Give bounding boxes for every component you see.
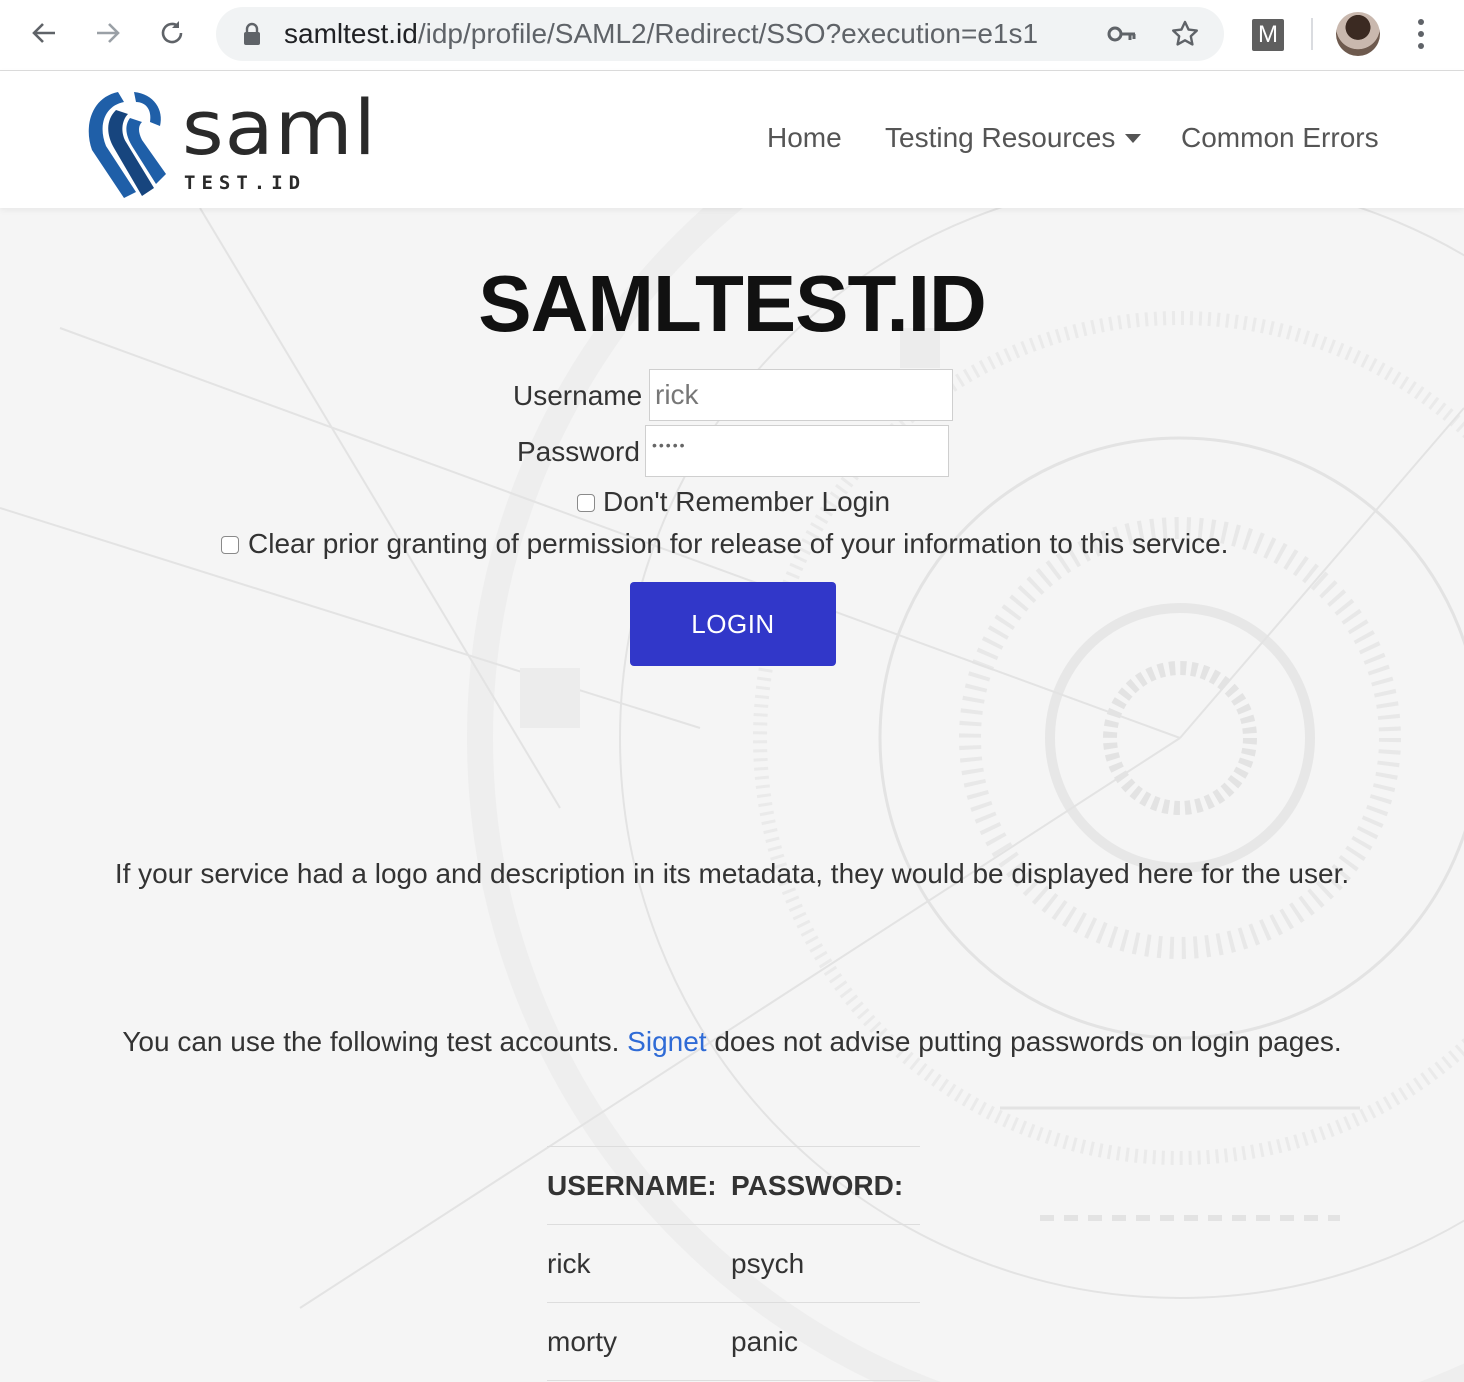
- accounts-intro-text: You can use the following test accounts.: [122, 1026, 620, 1057]
- password-mask: •••••: [652, 437, 687, 453]
- logo-subtitle: TEST.ID: [184, 172, 307, 194]
- login-button[interactable]: LOGIN: [630, 582, 836, 666]
- password-cell: psych: [731, 1248, 805, 1279]
- password-input[interactable]: [645, 425, 949, 477]
- page-title: SAMLTEST.ID: [478, 259, 987, 348]
- table-divider: [547, 1146, 920, 1147]
- bookmark-star-icon[interactable]: [1170, 19, 1200, 49]
- logo-wordmark: saml: [182, 83, 377, 172]
- username-cell: morty: [547, 1326, 617, 1357]
- key-icon[interactable]: [1106, 21, 1138, 47]
- reload-button[interactable]: [152, 13, 192, 53]
- address-bar[interactable]: samltest.id/idp/profile/SAML2/Redirect/S…: [216, 7, 1224, 61]
- forward-button[interactable]: [88, 13, 128, 53]
- back-button[interactable]: [24, 13, 64, 53]
- profile-avatar[interactable]: [1336, 12, 1380, 56]
- forward-arrow-icon: [97, 23, 120, 43]
- dropdown-caret-icon: [1125, 134, 1142, 143]
- signet-link[interactable]: Signet: [627, 1026, 706, 1057]
- toolbar-divider: [1311, 18, 1313, 50]
- clear-consent-label[interactable]: Clear prior granting of permission for r…: [248, 528, 1228, 560]
- saml-logo-icon[interactable]: [84, 88, 168, 200]
- nav-common-errors-link[interactable]: Common Errors: [1181, 122, 1379, 154]
- test-accounts-intro: You can use the following test accounts.…: [0, 1026, 1464, 1058]
- dont-remember-checkbox[interactable]: [577, 494, 595, 512]
- table-divider: [547, 1302, 920, 1303]
- username-input[interactable]: [649, 369, 953, 421]
- password-column-header: PASSWORD:: [731, 1170, 904, 1201]
- password-label: Password: [517, 436, 640, 467]
- accounts-intro-text-after: does not advise putting passwords on log…: [714, 1026, 1342, 1057]
- service-description-note: If your service had a logo and descripti…: [114, 858, 1350, 889]
- nav-testing-resources-dropdown[interactable]: Testing Resources: [885, 122, 1142, 154]
- username-cell: rick: [547, 1248, 591, 1279]
- table-divider: [547, 1380, 920, 1381]
- dont-remember-label[interactable]: Don't Remember Login: [603, 486, 890, 518]
- nav-testing-resources-label: Testing Resources: [885, 122, 1116, 153]
- reload-icon: [161, 21, 183, 44]
- username-label: Username: [513, 380, 643, 411]
- extension-icon[interactable]: M: [1252, 19, 1284, 51]
- browser-toolbar: samltest.id/idp/profile/SAML2/Redirect/S…: [0, 0, 1464, 71]
- nav-home-link[interactable]: Home: [767, 122, 842, 154]
- more-menu-icon[interactable]: [1406, 16, 1436, 52]
- table-divider: [547, 1224, 920, 1225]
- url-text: samltest.id/idp/profile/SAML2/Redirect/S…: [284, 18, 1039, 49]
- username-column-header: USERNAME:: [547, 1170, 717, 1201]
- back-arrow-icon: [32, 23, 55, 43]
- password-cell: panic: [731, 1326, 798, 1357]
- lock-icon: [244, 22, 260, 45]
- clear-consent-checkbox[interactable]: [221, 536, 239, 554]
